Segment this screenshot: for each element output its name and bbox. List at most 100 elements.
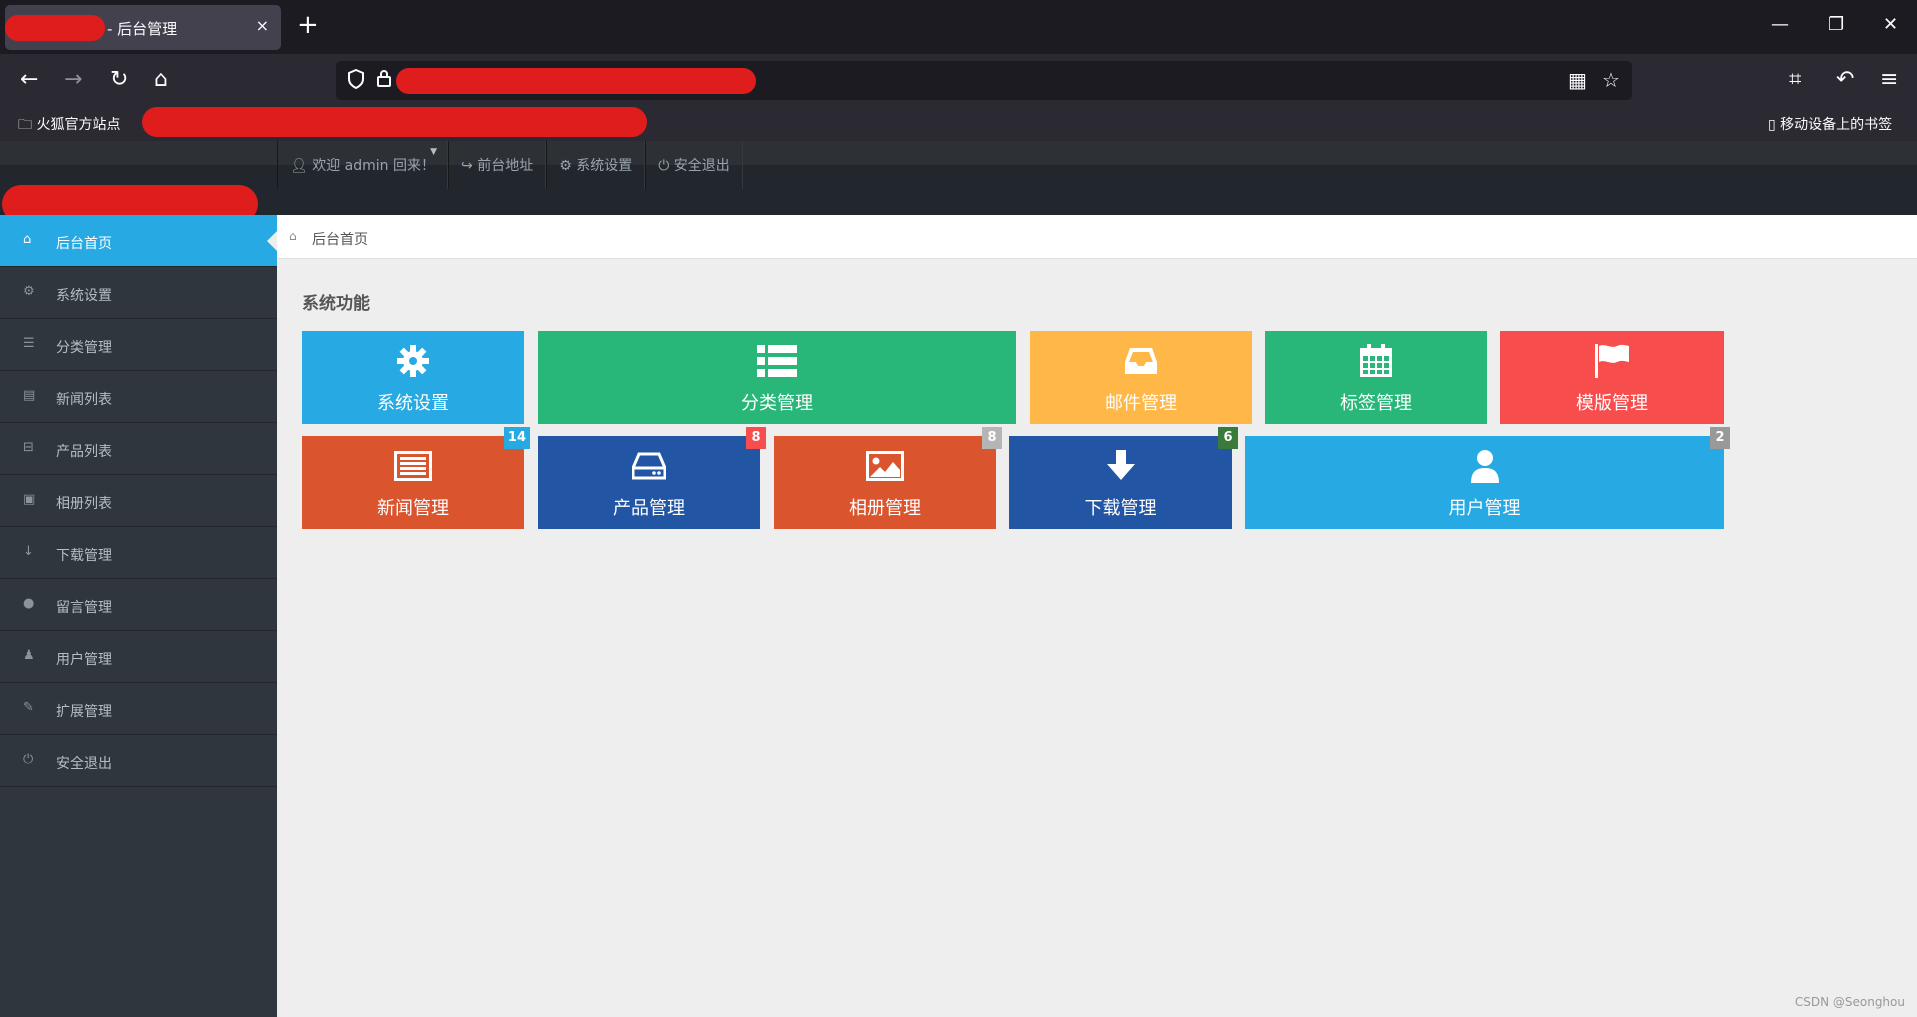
sidebar-item-users[interactable]: ♟ 用户管理 [0,631,277,683]
top-menu-frontend[interactable]: ↪ 前台地址 [448,141,547,189]
tile-user-management[interactable]: 用户管理 2 [1245,427,1730,529]
minimize-button[interactable]: — [1771,14,1789,35]
flag-icon [1500,343,1724,379]
sidebar: ⌂ 后台首页 ⚙ 系统设置 ☰ 分类管理 ▤ 新闻列表 ⊟ 产品列表 ▣ 相册列… [0,215,277,1017]
redaction-mark [142,107,647,137]
sidebar-item-label: 系统设置 [56,288,112,304]
tile-label: 标签管理 [1340,393,1412,414]
logout-label: 安全退出 [673,158,730,174]
list-icon: ☰ [23,336,35,351]
mobile-icon: ▯ [1768,117,1776,133]
sidebar-item-logout[interactable]: ⏻ 安全退出 [0,735,277,787]
leaf-icon: ✎ [23,700,34,715]
sidebar-item-settings[interactable]: ⚙ 系统设置 [0,267,277,319]
tile-download-management[interactable]: 下载管理 6 [1009,427,1238,529]
sidebar-item-albums[interactable]: ▣ 相册列表 [0,475,277,527]
tile-system-settings[interactable]: 系统设置 [302,331,524,424]
top-menu-welcome[interactable]: 👤︎ 欢迎 admin 回来！ ▼ [277,141,449,189]
reload-button[interactable]: ↻ [110,67,128,93]
undo-icon[interactable]: ↶ [1836,67,1854,93]
back-button[interactable]: ← [20,67,38,93]
breadcrumb-home[interactable]: 后台首页 [312,229,368,249]
shield-icon[interactable] [346,68,366,95]
download-icon [1009,448,1232,484]
sidebar-item-products[interactable]: ⊟ 产品列表 [0,423,277,475]
tile-label: 新闻管理 [377,498,449,519]
app-header: 👤︎ 欢迎 admin 回来！ ▼ ↪ 前台地址 ⚙ 系统设置 ⏻ 安全退出 [0,141,1917,223]
sidebar-item-home[interactable]: ⌂ 后台首页 [0,215,277,267]
caret-down-icon: ▼ [430,147,438,157]
restore-button[interactable]: ❐ [1828,14,1844,35]
tile-label: 邮件管理 [1105,393,1177,414]
settings-label: 系统设置 [576,158,633,174]
qr-code-icon[interactable]: ▦ [1568,68,1587,92]
browser-navbar: ← → ↻ ⌂ ▦ ☆ ⌗ ↶ ≡ [0,54,1917,107]
newspaper-icon: ▤ [23,388,36,403]
tile-category-management[interactable]: 分类管理 [538,331,1016,424]
tile-label: 分类管理 [741,393,813,414]
sidebar-item-messages[interactable]: ● 留言管理 [0,579,277,631]
user-icon: 👤︎ [290,158,308,174]
tab-title: - 后台管理 [107,20,178,38]
sidebar-item-categories[interactable]: ☰ 分类管理 [0,319,277,371]
tile-album-management[interactable]: 相册管理 8 [774,427,1002,529]
tile-label: 相册管理 [849,498,921,519]
welcome-label: 欢迎 admin 回来！ [312,158,436,174]
watermark: CSDN @Seonghou [1794,995,1905,1009]
sidebar-item-label: 新闻列表 [56,392,112,408]
mobile-bookmarks-label: 移动设备上的书签 [1780,117,1893,133]
tile-news-management[interactable]: 新闻管理 14 [302,427,530,529]
download-icon: ↓ [23,544,34,559]
new-tab-button[interactable]: + [297,10,319,40]
sidebar-item-label: 扩展管理 [56,704,112,720]
home-icon: ⌂ [23,232,32,247]
home-button[interactable]: ⌂ [154,67,168,93]
forward-button[interactable]: → [64,67,82,93]
tab-close-button[interactable]: × [256,16,269,35]
menu-icon[interactable]: ≡ [1880,67,1898,93]
bookmark-label: 火狐官方站点 [36,117,121,133]
comment-icon: ● [23,596,35,611]
bookmark-item[interactable]: 🗀 火狐官方站点 [18,114,120,138]
sidebar-item-news[interactable]: ▤ 新闻列表 [0,371,277,423]
drive-icon: ⊟ [23,440,34,455]
count-badge: 8 [982,427,1002,449]
sidebar-item-label: 留言管理 [56,600,112,616]
gear-icon [302,343,524,379]
sidebar-item-label: 后台首页 [56,236,112,252]
gear-icon: ⚙ [23,284,35,299]
newspaper-icon [302,448,524,484]
bookmark-star-icon[interactable]: ☆ [1602,68,1620,92]
browser-tab[interactable]: - 后台管理 × [5,5,281,50]
top-menu-logout[interactable]: ⏻ 安全退出 [645,141,743,189]
sidebar-item-label: 相册列表 [56,496,112,512]
browser-tabstrip: - 后台管理 × + — ❐ ✕ [0,0,1917,54]
tile-product-management[interactable]: 产品管理 8 [538,427,766,529]
tile-label: 下载管理 [1084,498,1157,519]
count-badge: 6 [1218,427,1238,449]
count-badge: 14 [503,427,530,449]
redaction-mark [5,15,105,41]
tile-template-management[interactable]: 模版管理 [1500,331,1724,424]
window-close-button[interactable]: ✕ [1883,14,1898,35]
sidebar-item-extensions[interactable]: ✎ 扩展管理 [0,683,277,735]
url-bar[interactable]: ▦ ☆ [336,61,1632,100]
mobile-bookmarks[interactable]: ▯ 移动设备上的书签 [1768,114,1892,134]
top-menu: 👤︎ 欢迎 admin 回来！ ▼ ↪ 前台地址 ⚙ 系统设置 ⏻ 安全退出 [277,141,743,189]
folder-icon: 🗀 [18,117,32,133]
tile-mail-management[interactable]: 邮件管理 [1030,331,1252,424]
crop-icon[interactable]: ⌗ [1789,67,1801,93]
top-menu-settings[interactable]: ⚙ 系统设置 [546,141,646,189]
lock-icon[interactable] [376,68,392,93]
picture-icon [774,448,996,484]
sidebar-item-label: 分类管理 [56,340,112,356]
share-icon: ↪ [461,158,473,174]
power-icon: ⏻ [23,752,34,767]
redaction-mark [396,68,756,94]
tile-tag-management[interactable]: 标签管理 [1265,331,1487,424]
tile-label: 产品管理 [613,498,685,519]
bookmarks-bar: 🗀 火狐官方站点 ▯ 移动设备上的书签 [0,107,1917,141]
gear-icon: ⚙ [559,158,572,174]
user-icon: ♟ [23,648,35,663]
sidebar-item-downloads[interactable]: ↓ 下载管理 [0,527,277,579]
